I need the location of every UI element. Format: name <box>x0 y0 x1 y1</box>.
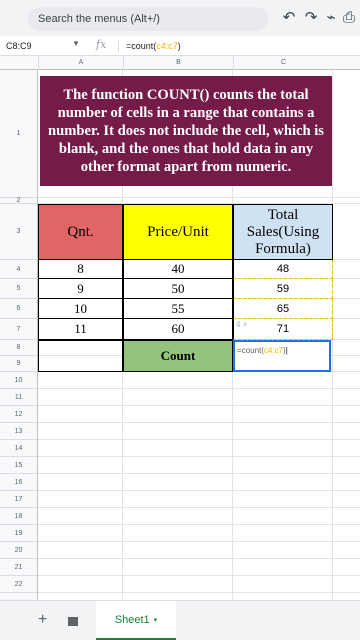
menu-search-input[interactable]: Search the menus (Alt+/) <box>28 7 268 31</box>
grid-line <box>38 524 360 525</box>
cell-qnt[interactable]: 9 <box>38 279 123 299</box>
edit-range: c4:c7 <box>263 346 284 355</box>
formula-prefix: =count( <box>126 41 157 51</box>
row-header[interactable]: 3 <box>0 204 37 260</box>
row-headers: 1 2 3 4 5 6 7 8 9 10 11 12 13 14 15 16 17 18 19 20 21 22 <box>0 70 38 600</box>
print-icon[interactable]: ⎙ <box>340 9 358 27</box>
column-header-c[interactable]: C <box>233 56 333 70</box>
title-description-cell[interactable]: The function COUNT() counts the total nu… <box>40 76 332 186</box>
formula-bar: C8:C9 ▼ fx =count(c4:c7) <box>0 36 360 56</box>
undo-icon[interactable]: ↶ <box>280 9 298 27</box>
empty-merged-cell[interactable] <box>38 340 123 372</box>
row-header[interactable]: 7 <box>0 319 37 340</box>
cell-price[interactable]: 55 <box>123 299 233 319</box>
row-header[interactable]: 17 <box>0 491 37 508</box>
cell-price[interactable]: 40 <box>123 260 233 279</box>
cell-total[interactable]: 48 <box>233 260 333 279</box>
row-header[interactable]: 11 <box>0 389 37 406</box>
top-toolbar: Search the menus (Alt+/) ↶ ↷ ⌁ ⎙ <box>0 0 360 36</box>
formula-range: c4:c7 <box>156 41 178 51</box>
row-header[interactable]: 19 <box>0 525 37 542</box>
formula-input[interactable]: =count(c4:c7) <box>126 40 181 52</box>
all-sheets-icon[interactable] <box>68 617 78 626</box>
sheet-tabs-bar: + Sheet1 ▾ <box>0 600 360 640</box>
cell-qnt[interactable]: 10 <box>38 299 123 319</box>
grid-line <box>38 575 360 576</box>
column-headers: A B C <box>0 56 360 70</box>
row-header[interactable]: 21 <box>0 559 37 576</box>
grid-line <box>38 439 360 440</box>
formula-suffix: ) <box>177 41 181 51</box>
grid-line <box>38 541 360 542</box>
row-header[interactable]: 15 <box>0 457 37 474</box>
grid-line <box>38 388 360 389</box>
header-total-sales[interactable]: Total Sales(Using Formula) <box>233 204 333 260</box>
grid-line <box>38 422 360 423</box>
grid-line <box>38 507 360 508</box>
row-header[interactable]: 4 <box>0 260 37 279</box>
redo-icon[interactable]: ↷ <box>302 9 320 27</box>
cell-total[interactable]: 59 <box>233 279 333 299</box>
result-preview-badge: 4 × <box>236 320 258 332</box>
row-header[interactable]: 12 <box>0 406 37 423</box>
row-header[interactable]: 13 <box>0 423 37 440</box>
header-price-unit[interactable]: Price/Unit <box>123 204 233 260</box>
row-header[interactable]: 14 <box>0 440 37 457</box>
row-header[interactable]: 16 <box>0 474 37 491</box>
grid-line <box>38 490 360 491</box>
chevron-down-icon[interactable]: ▾ <box>154 616 158 624</box>
sheet-grid[interactable]: The function COUNT() counts the total nu… <box>38 70 360 600</box>
row-header[interactable]: 9 <box>0 356 37 372</box>
cell-qnt[interactable]: 8 <box>38 260 123 279</box>
row-header[interactable]: 8 <box>0 340 37 356</box>
count-label-cell[interactable]: Count <box>123 340 233 372</box>
name-box[interactable]: C8:C9 <box>6 40 66 52</box>
divider <box>118 40 119 52</box>
cell-price[interactable]: 50 <box>123 279 233 299</box>
formula-edit-cell[interactable]: =count(c4:c7) | <box>233 340 331 372</box>
chevron-down-icon[interactable]: ▼ <box>72 39 80 48</box>
column-header-a[interactable]: A <box>38 56 123 70</box>
cell-total[interactable]: 65 <box>233 299 333 319</box>
grid-line <box>38 456 360 457</box>
grid-line <box>38 558 360 559</box>
grid-line <box>38 592 360 593</box>
header-qnt[interactable]: Qnt. <box>38 204 123 260</box>
paint-format-icon[interactable]: ⌁ <box>322 9 340 27</box>
row-header[interactable]: 18 <box>0 508 37 525</box>
row-header[interactable]: 5 <box>0 279 37 299</box>
row-header[interactable]: 22 <box>0 576 37 593</box>
sheet-tab-label: Sheet1 <box>114 613 150 626</box>
grid-line <box>38 405 360 406</box>
add-sheet-icon[interactable]: + <box>38 611 47 629</box>
row-header[interactable]: 10 <box>0 372 37 389</box>
row-header[interactable]: 6 <box>0 299 37 319</box>
grid-line <box>38 473 360 474</box>
grid-line <box>38 197 360 198</box>
row-header[interactable]: 20 <box>0 542 37 559</box>
cell-price[interactable]: 60 <box>123 319 233 340</box>
text-cursor: | <box>285 346 288 355</box>
tab-sheet1[interactable]: Sheet1 ▾ <box>96 601 176 640</box>
row-header[interactable]: 1 <box>0 70 37 198</box>
fx-icon: fx <box>96 38 107 51</box>
cell-qnt[interactable]: 11 <box>38 319 123 340</box>
edit-prefix: =count( <box>237 346 264 355</box>
column-header-b[interactable]: B <box>123 56 233 70</box>
